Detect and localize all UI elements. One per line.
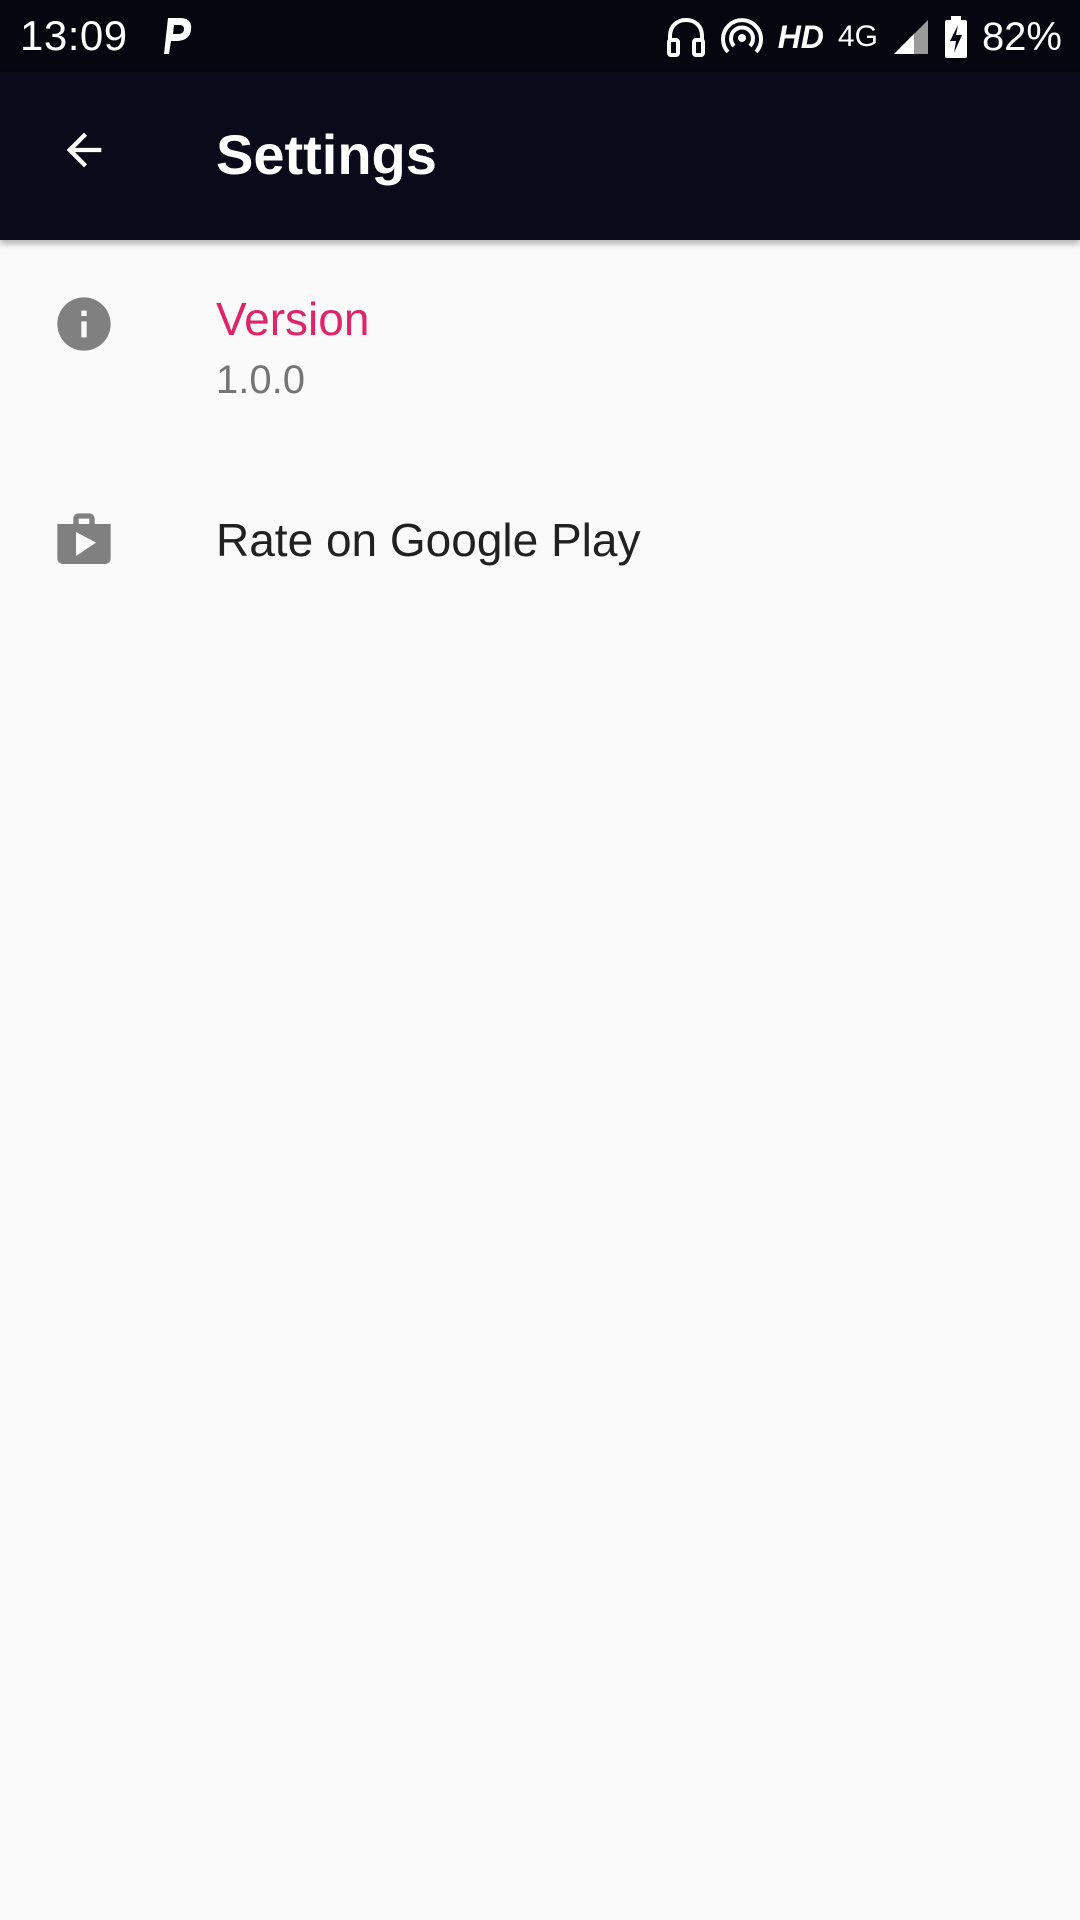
p-app-icon xyxy=(160,14,194,58)
status-bar: 13:09 HD 4G 82% xyxy=(0,0,1080,72)
page-title: Settings xyxy=(216,123,437,186)
network-type: 4G xyxy=(837,20,878,53)
settings-list: Version 1.0.0 Rate on Google Play xyxy=(0,240,1080,566)
hd-label: HD xyxy=(777,18,824,55)
battery-charging-icon xyxy=(944,15,968,59)
app-bar: Settings xyxy=(0,72,1080,240)
info-icon xyxy=(57,297,111,351)
battery-percent: 82% xyxy=(981,14,1062,59)
status-icons: HD 4G 82% xyxy=(666,10,1062,64)
play-store-bag-icon xyxy=(57,513,111,564)
back-button[interactable] xyxy=(42,108,126,192)
hotspot-icon xyxy=(720,16,764,58)
version-value: 1.0.0 xyxy=(216,358,305,402)
headphones-icon xyxy=(666,16,706,58)
version-title: Version xyxy=(216,293,370,345)
signal-icon xyxy=(892,18,930,56)
status-time: 13:09 xyxy=(20,12,128,59)
arrow-back-icon xyxy=(66,132,102,168)
rate-title: Rate on Google Play xyxy=(216,514,641,566)
settings-item-version[interactable]: Version 1.0.0 xyxy=(0,240,1080,440)
